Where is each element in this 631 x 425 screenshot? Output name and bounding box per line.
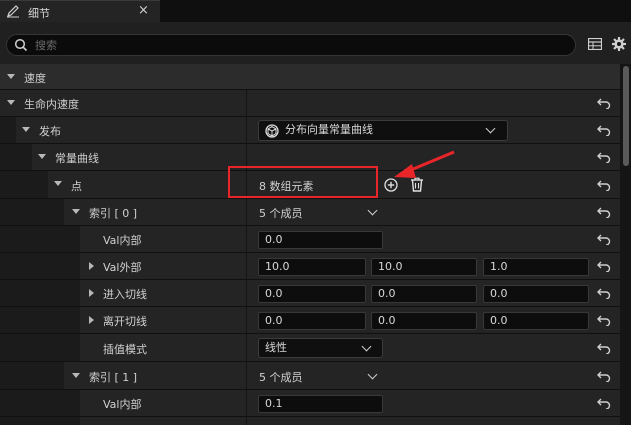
property-label: Val内部 <box>103 234 142 247</box>
category-label: 速度 <box>24 72 46 85</box>
collapse-arrow-icon[interactable] <box>72 209 80 214</box>
row-index-1: 索引 [ 1 ] 5 个成员 <box>0 362 620 390</box>
add-element-icon[interactable] <box>384 178 398 192</box>
edit-icon <box>7 5 19 18</box>
out-val-x-field[interactable]: 10.0 <box>258 258 366 276</box>
row-in-val-2: Val内部 0.1 <box>0 390 620 417</box>
reset-icon[interactable] <box>597 179 611 191</box>
collapse-arrow-icon[interactable] <box>22 127 30 132</box>
collapse-arrow-icon[interactable] <box>38 154 46 159</box>
out-val-y-field[interactable]: 10.0 <box>371 258 477 276</box>
interp-mode-dropdown[interactable]: 线性 <box>258 338 383 358</box>
reset-icon[interactable] <box>597 287 611 299</box>
distribution-dropdown[interactable]: 分布向量常量曲线 <box>258 120 508 141</box>
expand-arrow-icon[interactable] <box>89 262 94 270</box>
row-leave-tangent: 离开切线 0.0 0.0 0.0 <box>0 307 620 334</box>
reset-icon[interactable] <box>597 124 611 136</box>
in-val-field[interactable]: 0.1 <box>258 395 383 413</box>
distribution-icon <box>265 124 279 138</box>
property-label: 点 <box>71 180 82 193</box>
tab-details[interactable]: 细节 × <box>0 0 160 22</box>
property-label: Val内部 <box>103 398 142 411</box>
table-view-icon[interactable] <box>588 38 602 50</box>
arrive-tangent-z-field[interactable]: 0.0 <box>483 285 589 303</box>
out-val-z-field[interactable]: 1.0 <box>483 258 589 276</box>
row-distribution: 发布 分布向量常量曲线 <box>0 117 620 144</box>
property-label: 索引 [ 0 ] <box>89 207 138 220</box>
in-val-field[interactable]: 0.0 <box>258 231 383 249</box>
row-in-val: Val内部 0.0 <box>0 226 620 253</box>
chevron-down-icon[interactable] <box>367 369 378 380</box>
property-label: 离开切线 <box>103 315 147 328</box>
collapse-arrow-icon[interactable] <box>54 181 62 186</box>
category-speed[interactable]: 速度 <box>0 64 620 90</box>
property-label: 发布 <box>39 125 61 138</box>
reset-icon[interactable] <box>597 97 611 109</box>
annotation-arrow-icon <box>394 150 455 178</box>
collapse-arrow-icon[interactable] <box>7 74 15 79</box>
property-label: Val外部 <box>103 261 142 274</box>
property-label: 插值模式 <box>103 343 147 356</box>
expand-arrow-icon[interactable] <box>89 289 94 297</box>
tab-title: 细节 <box>28 7 50 20</box>
reset-icon[interactable] <box>597 370 611 382</box>
tab-bar: 细节 × <box>0 0 631 22</box>
arrive-tangent-x-field[interactable]: 0.0 <box>258 285 366 303</box>
reset-icon[interactable] <box>597 314 611 326</box>
property-label: 进入切线 <box>103 288 147 301</box>
leave-tangent-y-field[interactable]: 0.0 <box>371 312 477 330</box>
search-row <box>0 22 631 64</box>
property-label: 生命内速度 <box>24 98 79 111</box>
collapse-arrow-icon[interactable] <box>7 100 15 105</box>
chevron-down-icon <box>361 341 372 352</box>
annotation-highlight-box <box>228 166 378 198</box>
reset-icon[interactable] <box>597 151 611 163</box>
row-lifetime-velocity: 生命内速度 <box>0 90 620 117</box>
search-input[interactable] <box>35 37 555 53</box>
search-box[interactable] <box>6 34 576 56</box>
row-out-val: Val外部 10.0 10.0 1.0 <box>0 253 620 280</box>
chevron-down-icon[interactable] <box>367 205 378 216</box>
member-count: 5 个成员 <box>259 371 303 384</box>
row-arrive-tangent: 进入切线 0.0 0.0 0.0 <box>0 280 620 307</box>
leave-tangent-x-field[interactable]: 0.0 <box>258 312 366 330</box>
chevron-down-icon <box>485 123 496 134</box>
reset-icon[interactable] <box>597 342 611 354</box>
reset-icon[interactable] <box>597 260 611 272</box>
leave-tangent-z-field[interactable]: 0.0 <box>483 312 589 330</box>
row-partial <box>0 417 620 425</box>
distribution-value: 分布向量常量曲线 <box>285 123 373 136</box>
interp-mode-value: 线性 <box>265 341 287 354</box>
expand-arrow-icon[interactable] <box>89 316 94 324</box>
row-index-0: 索引 [ 0 ] 5 个成员 <box>0 199 620 226</box>
reset-icon[interactable] <box>597 233 611 245</box>
scrollbar-thumb[interactable] <box>623 66 629 166</box>
gear-icon[interactable] <box>611 36 627 52</box>
close-icon[interactable]: × <box>138 3 149 18</box>
property-label: 索引 [ 1 ] <box>89 371 138 384</box>
search-icon <box>14 38 28 52</box>
arrive-tangent-y-field[interactable]: 0.0 <box>371 285 477 303</box>
collapse-arrow-icon[interactable] <box>72 373 80 378</box>
reset-icon[interactable] <box>597 397 611 409</box>
member-count: 5 个成员 <box>259 207 303 220</box>
row-interp-mode: 插值模式 线性 <box>0 334 620 362</box>
property-label: 常量曲线 <box>55 152 99 165</box>
reset-icon[interactable] <box>597 206 611 218</box>
